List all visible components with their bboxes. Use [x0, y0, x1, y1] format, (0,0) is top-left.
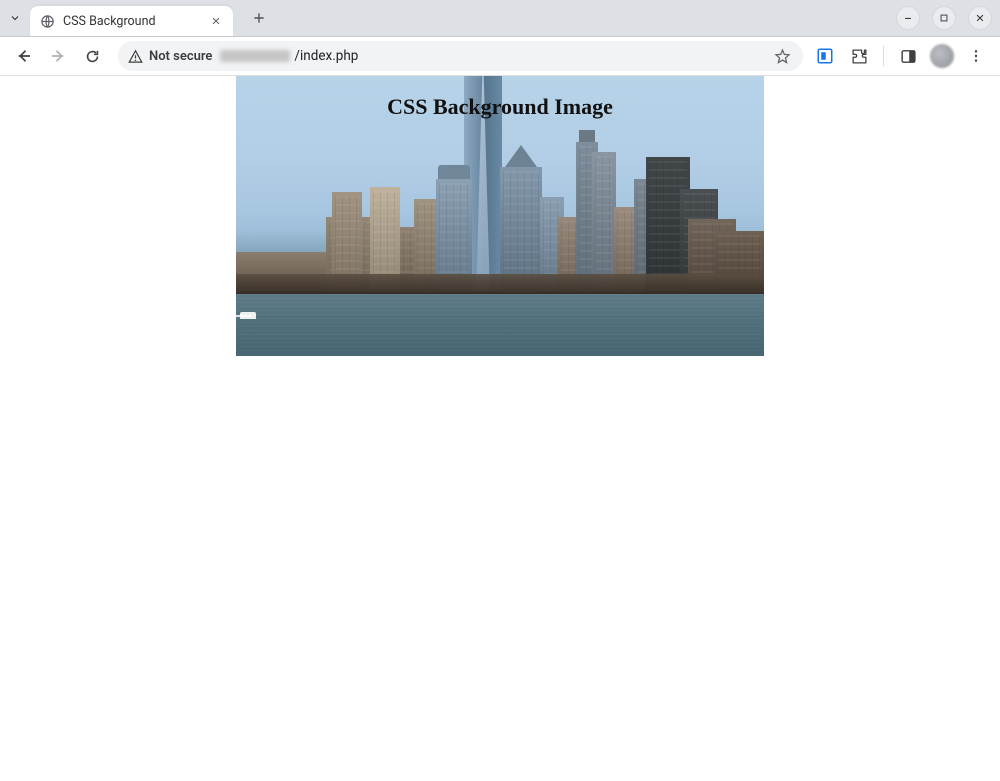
side-panel-button[interactable] [892, 40, 924, 72]
close-icon [975, 13, 985, 23]
read-mode-button[interactable] [809, 40, 841, 72]
reload-button[interactable] [76, 40, 108, 72]
tabs-dropdown-button[interactable] [0, 0, 30, 36]
back-button[interactable] [8, 40, 40, 72]
skyline-decoration [236, 294, 764, 356]
url-host-redacted [220, 50, 290, 62]
tab-active[interactable]: CSS Background [30, 6, 233, 36]
profile-avatar[interactable] [926, 40, 958, 72]
skyline-decoration [236, 274, 764, 292]
plus-icon [252, 11, 266, 25]
side-panel-icon [900, 48, 917, 65]
page-viewport: CSS Background Image [0, 76, 1000, 781]
avatar-icon [930, 44, 954, 68]
reload-icon [84, 48, 101, 65]
close-window-button[interactable] [968, 6, 992, 30]
kebab-icon [968, 48, 984, 64]
globe-icon [40, 14, 55, 29]
menu-button[interactable] [960, 40, 992, 72]
toolbar-right-actions [809, 40, 992, 72]
maximize-button[interactable] [932, 6, 956, 30]
star-icon [774, 48, 791, 65]
address-bar[interactable]: Not secure /index.php [118, 41, 803, 71]
maximize-icon [939, 13, 949, 23]
security-indicator[interactable]: Not secure [128, 49, 212, 64]
toolbar-separator [883, 46, 884, 66]
bookmark-button[interactable] [774, 48, 791, 65]
toolbar: Not secure /index.php [0, 37, 1000, 76]
minimize-icon [903, 13, 913, 23]
page-heading: CSS Background Image [236, 94, 764, 120]
new-tab-button[interactable] [245, 4, 273, 32]
reader-icon [816, 47, 834, 65]
extensions-button[interactable] [843, 40, 875, 72]
arrow-right-icon [49, 47, 67, 65]
background-image-box: CSS Background Image [236, 76, 764, 356]
puzzle-icon [851, 48, 868, 65]
tab-close-button[interactable] [207, 12, 225, 30]
window-controls [896, 6, 992, 30]
arrow-left-icon [15, 47, 33, 65]
close-icon [211, 16, 221, 26]
skyline-decoration [240, 312, 256, 319]
forward-button[interactable] [42, 40, 74, 72]
chevron-down-icon [9, 12, 21, 24]
warning-triangle-icon [128, 49, 143, 64]
tab-strip: CSS Background [0, 0, 1000, 37]
security-text: Not secure [149, 49, 212, 64]
url-path: /index.php [294, 48, 358, 64]
url-display: /index.php [220, 48, 766, 64]
tab-title: CSS Background [63, 14, 207, 29]
minimize-button[interactable] [896, 6, 920, 30]
